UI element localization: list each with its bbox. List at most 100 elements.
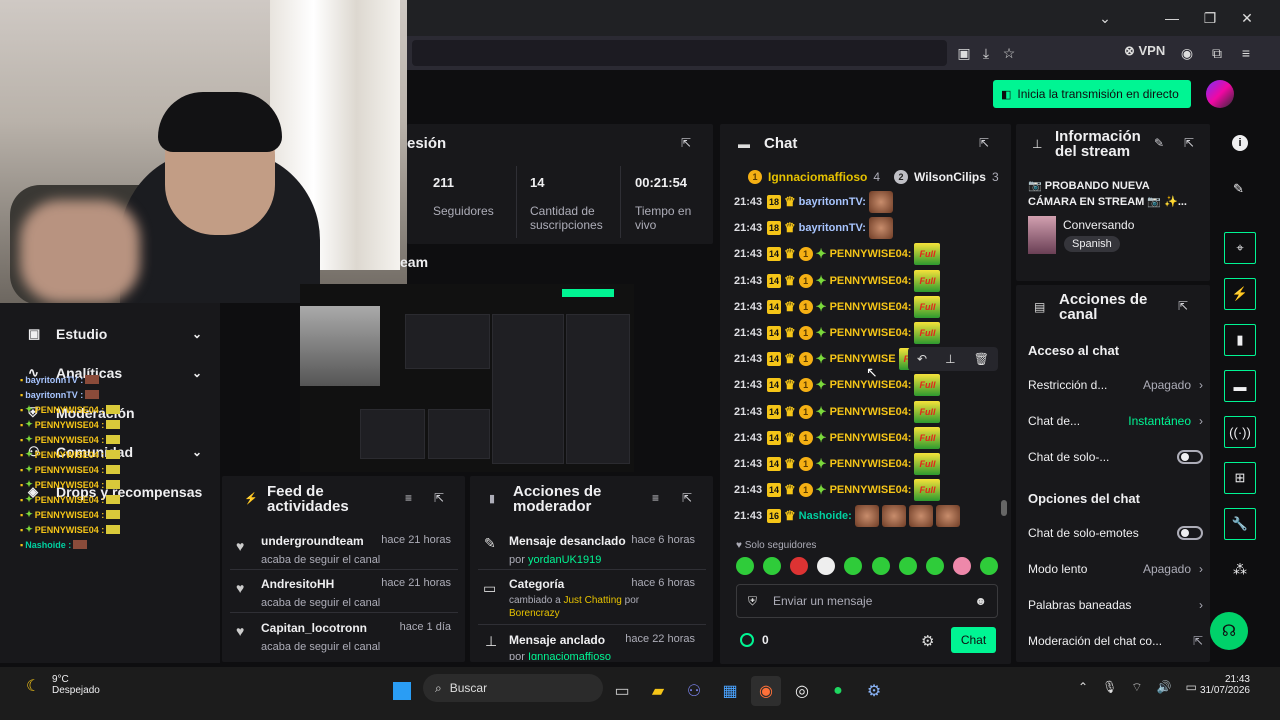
emote-icon[interactable] — [979, 557, 998, 575]
chat-send-button[interactable]: Chat — [951, 627, 996, 653]
emote-icon[interactable] — [844, 557, 863, 575]
tray-chevron-icon[interactable]: ⌃ — [1078, 680, 1088, 695]
tab-list-chevron-icon[interactable]: ⌄ — [1093, 6, 1117, 30]
firefox-icon[interactable]: ◉ — [751, 676, 781, 706]
go-live-button[interactable]: ◧ Inicia la transmisión en directo — [993, 80, 1191, 108]
nav-item-studio[interactable]: ▣ Estudio ⌄ — [28, 319, 218, 349]
battery-icon[interactable]: ▭ — [1186, 680, 1197, 695]
task-view-icon[interactable]: ▭ — [607, 676, 637, 706]
emote-only-setting[interactable]: Chat de solo-emotes — [1028, 522, 1203, 544]
stream-preview[interactable] — [300, 284, 634, 472]
gifter-name[interactable]: WilsonCilips — [914, 170, 986, 184]
delete-icon[interactable]: 🗑 — [974, 352, 989, 366]
tag-pill[interactable]: Spanish — [1064, 236, 1120, 252]
chat-username[interactable]: PENNYWISE04: — [830, 248, 912, 260]
popout-icon[interactable]: ⇱ — [682, 491, 692, 505]
weather-widget[interactable]: 9°C Despejado — [52, 674, 100, 696]
emote-icon[interactable] — [763, 557, 782, 575]
chat-message[interactable]: 21:43 16 ♛ Nashoide: — [734, 503, 1004, 529]
chat-username[interactable]: bayritonnTV: — [799, 222, 866, 234]
edit-pencil-icon[interactable]: ✎ — [1233, 181, 1244, 197]
user-avatar[interactable] — [1206, 80, 1234, 108]
popout-icon[interactable]: ⇱ — [1184, 136, 1194, 150]
filter-icon[interactable]: ≡ — [652, 491, 659, 505]
chat-message[interactable]: 21:43 14 ♛ 1 ✦ PENNYWISE04: Full — [734, 399, 1004, 425]
chat-message[interactable]: 21:43 14 ♛ 1 ✦ PENNYWISE04: Full — [734, 268, 1004, 294]
extensions-icon[interactable]: ⧉ — [1206, 42, 1228, 64]
raid-icon[interactable]: ⊞ — [1224, 462, 1256, 494]
restriction-setting[interactable]: Restricción d... Apagado › — [1028, 374, 1203, 396]
reply-icon[interactable]: ↶ — [917, 352, 927, 366]
account-icon[interactable]: ◉ — [1176, 42, 1198, 64]
chat-message[interactable]: 21:43 14 ♛ 1 ✦ PENNYWISE04: Full — [734, 320, 1004, 346]
toggle-switch[interactable] — [1177, 526, 1203, 540]
close-window-icon[interactable]: ✕ — [1235, 6, 1259, 30]
chat-username[interactable]: PENNYWISE04: — [830, 406, 912, 418]
emote-icon[interactable] — [736, 557, 754, 575]
shield-icon[interactable]: ⛨ — [748, 594, 757, 609]
chat-message[interactable]: 21:43 14 ♛ 1 ✦ PENNYWISE04: Full — [734, 477, 1004, 503]
chat-delay-setting[interactable]: Chat de... Instantáneo › — [1028, 410, 1203, 432]
obs-icon[interactable]: ◎ — [787, 676, 817, 706]
chat-username[interactable]: PENNYWISE04: — [830, 379, 912, 391]
chat-message[interactable]: 21:43 14 ♛ 1 ✦ PENNYWISE04: Full — [734, 294, 1004, 320]
chat-username[interactable]: PENNYWISE04: — [830, 484, 912, 496]
teams-icon[interactable]: ⚇ — [679, 676, 709, 706]
clip-icon[interactable]: ⌖ — [1224, 232, 1256, 264]
spotify-icon[interactable]: ● — [823, 676, 853, 706]
extensions-dots-icon[interactable]: ⁂ — [1233, 561, 1247, 578]
chat-username[interactable]: PENNYWISE — [830, 353, 896, 365]
chat-message[interactable]: 21:43 14 ♛ 1 ✦ PENNYWISE04: Full — [734, 425, 1004, 451]
chat-input[interactable]: ⛨ Enviar un mensaje ☻ — [736, 584, 998, 618]
minimize-icon[interactable]: — — [1160, 6, 1184, 30]
ad-lightning-icon[interactable]: ⚡ — [1224, 278, 1256, 310]
emote-icon[interactable] — [817, 557, 836, 575]
followers-only-setting[interactable]: Chat de solo-... — [1028, 446, 1203, 468]
vpn-button[interactable]: ⊗ VPN — [1124, 43, 1165, 59]
menu-icon[interactable]: ≡ — [1235, 42, 1257, 64]
chat-message[interactable]: 21:43 14 ♛ 1 ✦ PENNYWISE04: Full — [734, 451, 1004, 477]
wifi-icon[interactable]: ⌔ — [1131, 680, 1142, 695]
taskbar-search[interactable]: ⌕ Buscar — [423, 674, 603, 702]
popout-icon[interactable]: ⇱ — [1178, 299, 1188, 313]
bookmark-star-icon[interactable]: ☆ — [998, 42, 1020, 64]
emote-icon[interactable] — [790, 557, 809, 575]
start-windows-icon[interactable] — [387, 676, 417, 706]
chat-username[interactable]: PENNYWISE04: — [830, 301, 912, 313]
volume-icon[interactable]: 🔊 — [1157, 680, 1172, 695]
chat-username[interactable]: PENNYWISE04: — [830, 458, 912, 470]
settings-gear-icon[interactable]: ⚙ — [921, 632, 934, 650]
store-icon[interactable]: ▦ — [715, 676, 745, 706]
chat-username[interactable]: PENNYWISE04: — [830, 275, 912, 287]
gifter-name[interactable]: Ignnaciomaffioso — [768, 170, 867, 184]
file-explorer-icon[interactable]: ▰ — [643, 676, 673, 706]
automod-setting[interactable]: Moderación del chat co... ⇱ — [1028, 630, 1203, 652]
banned-words-setting[interactable]: Palabras baneadas › — [1028, 594, 1203, 616]
emoji-icon[interactable]: ☻ — [974, 594, 987, 608]
chat-username[interactable]: PENNYWISE04: — [830, 432, 912, 444]
chat-message[interactable]: 21:43 14 ♛ 1 ✦ PENNYWISE04: Full — [734, 241, 1004, 267]
popout-icon[interactable]: ⇱ — [434, 491, 444, 505]
wrench-icon[interactable]: 🔧 — [1224, 508, 1256, 540]
toggle-switch[interactable] — [1177, 450, 1203, 464]
emote-icon[interactable] — [898, 557, 917, 575]
picture-in-picture-icon[interactable]: ▣ — [953, 42, 975, 64]
category-name[interactable]: Conversando — [1063, 218, 1134, 232]
info-icon[interactable]: i — [1232, 135, 1248, 151]
chat-username[interactable]: Nashoide: — [799, 510, 852, 522]
taskbar-clock[interactable]: 21:43 31/07/2026 — [1198, 674, 1250, 696]
popout-icon[interactable]: ⇱ — [979, 136, 989, 150]
broadcast-icon[interactable]: ((·)) — [1224, 416, 1256, 448]
stream-marker-icon[interactable]: ▮ — [1224, 324, 1256, 356]
chat-message[interactable]: 21:43 18 ♛ bayritonnTV: — [734, 189, 1004, 215]
settings-app-icon[interactable]: ⚙ — [859, 676, 889, 706]
restore-icon[interactable]: ❐ — [1198, 6, 1222, 30]
emote-icon[interactable] — [952, 557, 971, 575]
microphone-icon[interactable]: 🎙 — [1102, 680, 1117, 695]
slow-mode-setting[interactable]: Modo lento Apagado › — [1028, 558, 1203, 580]
chat-message[interactable]: 21:43 18 ♛ bayritonnTV: — [734, 215, 1004, 241]
chat-username[interactable]: PENNYWISE04: — [830, 327, 912, 339]
address-bar[interactable] — [412, 40, 947, 66]
popout-icon[interactable]: ⇱ — [681, 136, 691, 150]
chat-username[interactable]: bayritonnTV: — [799, 196, 866, 208]
